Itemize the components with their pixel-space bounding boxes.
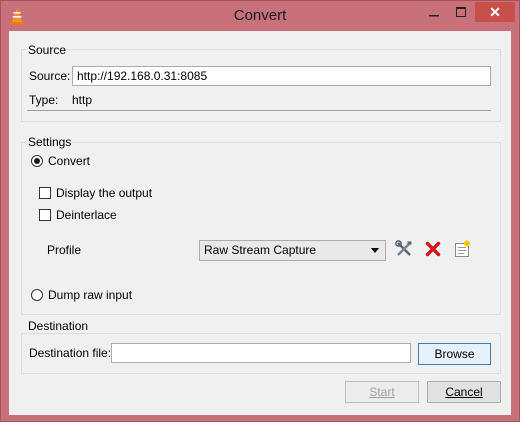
settings-group-title: Settings bbox=[27, 135, 73, 149]
source-label: Source: bbox=[29, 69, 71, 83]
chevron-down-icon bbox=[371, 248, 379, 253]
source-input[interactable] bbox=[72, 66, 491, 86]
source-group-title: Source bbox=[27, 43, 68, 57]
cancel-button[interactable]: Cancel bbox=[427, 381, 501, 403]
new-profile-button[interactable] bbox=[451, 239, 473, 261]
dump-raw-label[interactable]: Dump raw input bbox=[48, 288, 132, 302]
profile-select[interactable]: Raw Stream Capture bbox=[199, 240, 386, 261]
minimize-icon bbox=[429, 6, 439, 20]
type-label: Type: bbox=[29, 93, 59, 107]
start-button[interactable]: Start bbox=[345, 381, 419, 403]
edit-profile-button[interactable] bbox=[393, 239, 415, 261]
deinterlace-label[interactable]: Deinterlace bbox=[56, 208, 117, 222]
convert-radio-label[interactable]: Convert bbox=[48, 154, 90, 168]
browse-button[interactable]: Browse bbox=[418, 343, 491, 365]
close-icon: ✕ bbox=[489, 3, 501, 20]
display-output-checkbox[interactable] bbox=[39, 187, 51, 199]
close-button[interactable]: ✕ bbox=[475, 2, 515, 22]
dialog-body: Source Source: Type: http Settings Conve… bbox=[9, 31, 511, 415]
profile-label: Profile bbox=[47, 243, 82, 257]
destination-file-input[interactable] bbox=[111, 343, 411, 363]
type-value: http bbox=[72, 93, 93, 107]
display-output-label[interactable]: Display the output bbox=[56, 186, 152, 200]
wrench-screwdriver-icon bbox=[395, 239, 413, 261]
deinterlace-checkbox[interactable] bbox=[39, 209, 51, 221]
profile-select-value: Raw Stream Capture bbox=[204, 243, 317, 257]
new-document-icon bbox=[453, 240, 471, 261]
dump-raw-radio[interactable] bbox=[31, 289, 43, 301]
red-x-icon bbox=[425, 241, 441, 260]
minimize-button[interactable] bbox=[421, 3, 447, 23]
delete-profile-button[interactable] bbox=[422, 239, 444, 261]
convert-window: Convert ✕ Source Source: Type: http Sett… bbox=[0, 0, 520, 422]
maximize-icon bbox=[456, 6, 466, 20]
start-button-label: Start bbox=[369, 385, 395, 399]
cancel-button-label: Cancel bbox=[445, 385, 483, 399]
source-divider bbox=[27, 110, 491, 111]
title-bar[interactable]: Convert ✕ bbox=[1, 1, 519, 31]
destination-file-label: Destination file: bbox=[29, 346, 112, 360]
convert-radio[interactable] bbox=[31, 155, 43, 167]
maximize-button[interactable] bbox=[448, 3, 474, 23]
destination-group-title: Destination bbox=[27, 319, 90, 333]
